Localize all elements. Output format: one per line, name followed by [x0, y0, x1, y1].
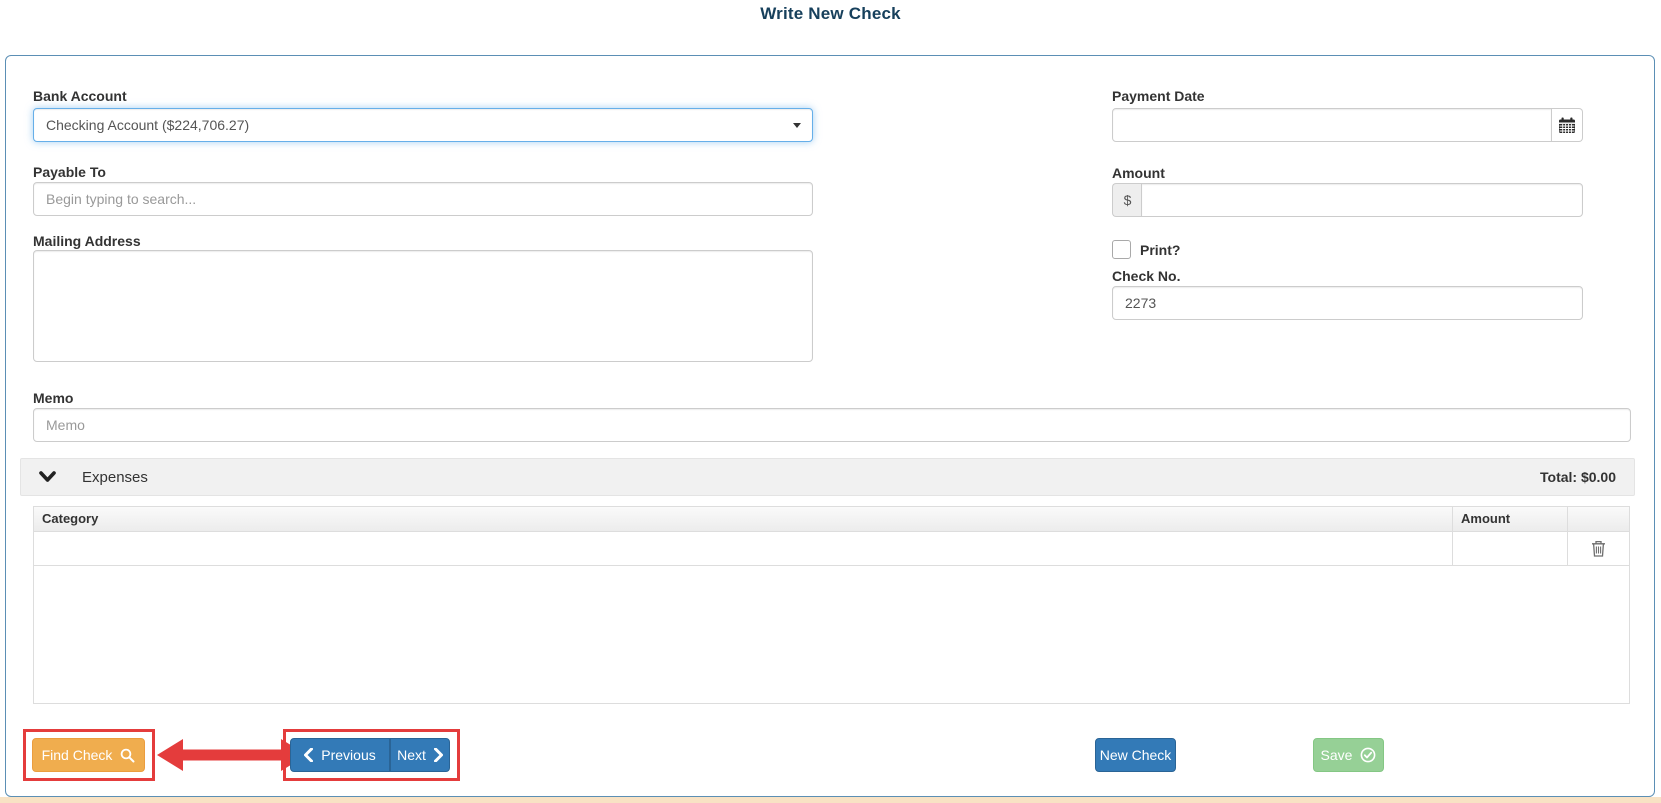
- payable-to-label: Payable To: [33, 164, 106, 180]
- mailing-address-textarea[interactable]: [33, 250, 813, 362]
- expenses-title: Expenses: [82, 468, 148, 486]
- payment-date-label: Payment Date: [1112, 88, 1205, 104]
- mailing-address-label: Mailing Address: [33, 233, 141, 249]
- bank-account-selected-value: Checking Account ($224,706.27): [46, 117, 250, 133]
- memo-label: Memo: [33, 390, 74, 406]
- expenses-table-header: Category Amount: [34, 507, 1629, 532]
- check-no-input[interactable]: [1112, 286, 1583, 320]
- expenses-section-header: Expenses Total: $0.00: [20, 458, 1635, 496]
- payment-date-input[interactable]: [1112, 108, 1552, 142]
- payable-to-input[interactable]: [33, 182, 813, 216]
- table-row: [34, 532, 1629, 566]
- annotation-box-find-check: [23, 729, 155, 781]
- expenses-table: Category Amount: [33, 506, 1630, 704]
- calendar-button[interactable]: [1552, 108, 1583, 142]
- print-label: Print?: [1140, 242, 1181, 258]
- trash-icon: [1592, 540, 1605, 557]
- annotation-box-prev-next: [283, 729, 460, 781]
- amount-column-header: Amount: [1453, 507, 1568, 531]
- memo-input[interactable]: [33, 408, 1631, 442]
- amount-input[interactable]: [1141, 183, 1583, 217]
- save-button[interactable]: Save: [1313, 738, 1384, 772]
- amount-currency-prefix: $: [1112, 183, 1142, 217]
- chevron-down-icon: [39, 471, 56, 482]
- delete-row-button[interactable]: [1591, 540, 1606, 557]
- amount-cell[interactable]: [1453, 532, 1568, 565]
- bank-account-select[interactable]: Checking Account ($224,706.27): [33, 108, 813, 142]
- expenses-total: Total: $0.00: [1540, 469, 1616, 485]
- amount-label: Amount: [1112, 165, 1165, 181]
- print-checkbox[interactable]: [1112, 240, 1131, 259]
- expenses-collapse-toggle[interactable]: [39, 471, 56, 483]
- actions-column-header: [1568, 507, 1629, 531]
- check-no-label: Check No.: [1112, 268, 1181, 284]
- category-cell[interactable]: [34, 532, 1453, 565]
- page-background-strip: [0, 797, 1661, 803]
- save-label: Save: [1320, 747, 1353, 763]
- write-check-page: Write New Check Bank Account Checking Ac…: [0, 0, 1661, 803]
- page-title: Write New Check: [760, 4, 901, 23]
- category-column-header: Category: [34, 507, 1453, 531]
- new-check-button[interactable]: New Check: [1095, 738, 1176, 772]
- new-check-label: New Check: [1099, 747, 1172, 763]
- bank-account-label: Bank Account: [33, 88, 127, 104]
- calendar-icon: [1559, 117, 1575, 133]
- check-circle-icon: [1361, 747, 1376, 763]
- select-caret-icon: [793, 123, 801, 128]
